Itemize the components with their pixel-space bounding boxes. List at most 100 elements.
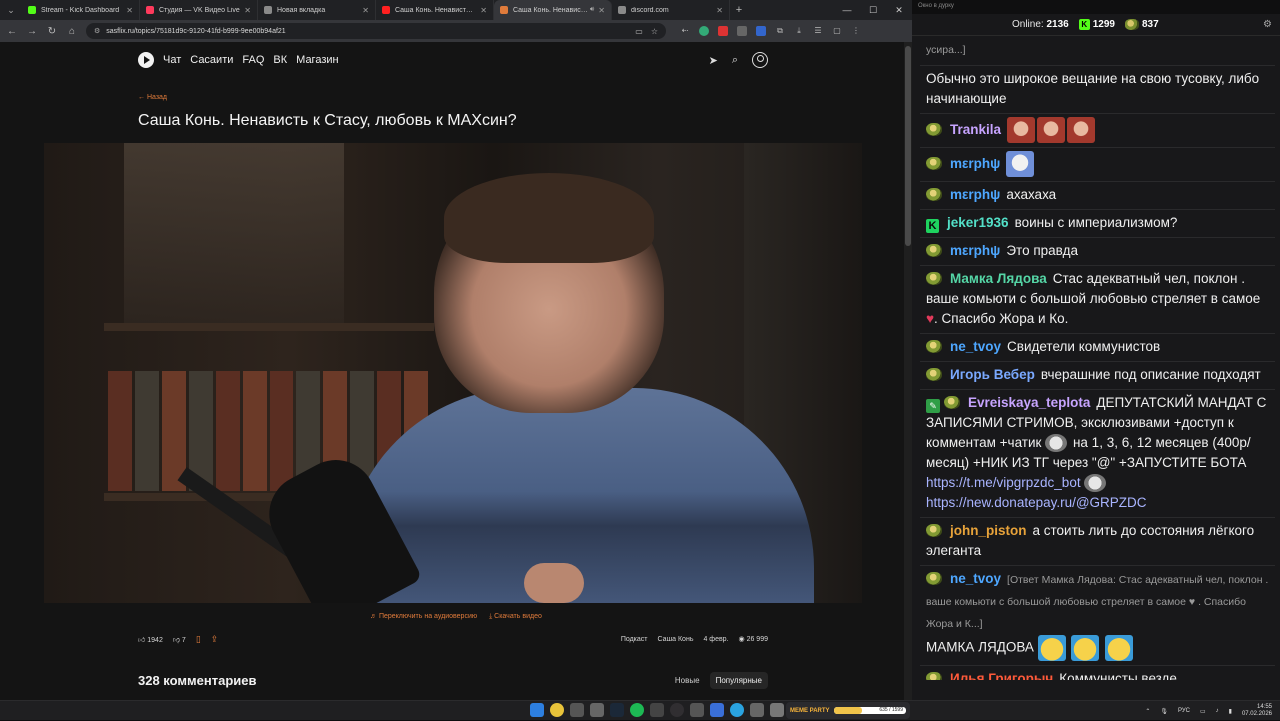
bookmark-star-icon[interactable]: ☆ xyxy=(651,27,658,36)
telegram-icon[interactable] xyxy=(730,703,744,717)
nav-item-shop[interactable]: Магазин xyxy=(296,54,338,66)
browser-tab[interactable]: Новая вкладка ✕ xyxy=(258,0,376,20)
obs-icon[interactable] xyxy=(670,703,684,717)
page-scrollbar[interactable] xyxy=(904,42,912,700)
audio-version-link[interactable]: ♬ Переключить на аудиоверсию xyxy=(370,613,477,621)
menu-kebab-icon[interactable]: ⋮ xyxy=(851,26,861,36)
site-info-icon[interactable]: ⚙ xyxy=(94,27,100,35)
chat-username[interactable]: Игорь Вебер xyxy=(950,367,1035,382)
sort-new-button[interactable]: Новые xyxy=(669,672,706,689)
tray-chevron-icon[interactable]: ⌃ xyxy=(1145,708,1150,715)
chat-link[interactable]: https://t.me/vipgrpzdc_bot xyxy=(926,475,1081,490)
app-icon[interactable] xyxy=(690,703,704,717)
home-icon[interactable]: ⌂ xyxy=(66,26,78,37)
telegram-icon[interactable]: ➤ xyxy=(709,54,718,67)
tab-close-icon[interactable]: ✕ xyxy=(716,6,723,15)
app-icon[interactable] xyxy=(650,703,664,717)
chat-link[interactable]: https://new.donatepay.ru/@GRPZDC xyxy=(926,495,1147,510)
chat-message: Trankila xyxy=(920,114,1275,148)
address-bar[interactable]: ⚙ sasflix.ru/topics/75181d9c-9120-41fd-b… xyxy=(86,23,666,39)
extension-icon[interactable] xyxy=(756,26,766,36)
tab-close-icon[interactable]: ✕ xyxy=(598,6,605,15)
chrome-icon[interactable] xyxy=(550,703,564,717)
start-icon[interactable] xyxy=(530,703,544,717)
nav-item-chat[interactable]: Чат xyxy=(163,54,181,66)
browser-tab[interactable]: Студия — VK Видео Live ✕ xyxy=(140,0,258,20)
network-icon[interactable]: ▭ xyxy=(1200,708,1206,715)
chat-username[interactable]: Trankila xyxy=(950,122,1001,137)
chat-username[interactable]: ne_tvoy xyxy=(950,339,1001,354)
close-window-icon[interactable]: ✕ xyxy=(886,0,912,20)
bookmark-icon[interactable]: ▯ xyxy=(196,634,201,645)
tab-search-icon[interactable]: ⌄ xyxy=(0,0,22,20)
chat-username[interactable]: mεrphψ xyxy=(950,187,1000,202)
nav-item-sasaiti[interactable]: Сасаити xyxy=(190,54,233,66)
chat-username[interactable]: Evreiskaya_teplota xyxy=(968,395,1090,410)
cast-icon[interactable]: ⇠ xyxy=(680,26,690,36)
nav-item-vk[interactable]: ВК xyxy=(273,54,287,66)
share-icon[interactable]: ⇪ xyxy=(211,634,219,645)
chat-username[interactable]: mεrphψ xyxy=(950,156,1000,171)
install-app-icon[interactable]: ▭ xyxy=(635,27,643,36)
download-icon[interactable]: ⤓ xyxy=(794,26,804,36)
download-video-link[interactable]: ⤓ Скачать видео xyxy=(489,613,542,621)
tab-sidebar-icon[interactable]: ☰ xyxy=(813,26,823,36)
chat-username[interactable]: Мамка Лядова xyxy=(950,271,1047,286)
forward-icon[interactable]: → xyxy=(26,26,38,37)
chat-username[interactable]: jeker1936 xyxy=(947,215,1009,230)
nav-item-faq[interactable]: FAQ xyxy=(242,54,264,66)
chat-message: john_piston а стоить лить до состояния лё… xyxy=(920,518,1275,566)
extension-icon[interactable] xyxy=(718,26,728,36)
maximize-icon[interactable]: ☐ xyxy=(860,0,886,20)
browser-tab[interactable]: Саша Конь. Ненависть к С🔊︎ ✕ xyxy=(494,0,612,20)
chat-username[interactable]: Илья Григорыч xyxy=(950,671,1053,680)
browser-tab[interactable]: Саша Конь. Ненависть к Стасу ✕ xyxy=(376,0,494,20)
clock[interactable]: 14:55 07.02.2026 xyxy=(1242,704,1272,718)
battery-icon[interactable]: ▮ xyxy=(1229,708,1232,715)
app-icon[interactable] xyxy=(570,703,584,717)
sort-popular-button[interactable]: Популярные xyxy=(709,672,768,689)
app-icon[interactable] xyxy=(750,703,764,717)
app-icon[interactable] xyxy=(710,703,724,717)
spotify-icon[interactable] xyxy=(630,703,644,717)
search-icon[interactable]: ⌕ xyxy=(732,54,738,67)
tab-title: Студия — VK Видео Live xyxy=(159,6,240,14)
profile-icon[interactable]: ▢ xyxy=(832,26,842,36)
app-icon[interactable] xyxy=(770,703,784,717)
settings-gear-icon[interactable]: ⚙ xyxy=(1263,19,1272,30)
reload-icon[interactable]: ↻ xyxy=(46,26,58,37)
extension-icon[interactable] xyxy=(737,26,747,36)
steam-icon[interactable] xyxy=(610,703,624,717)
back-link[interactable]: ← Назад xyxy=(138,94,167,101)
app-icon[interactable] xyxy=(590,703,604,717)
tab-title: Новая вкладка xyxy=(277,6,326,14)
volume-icon[interactable]: ♪ xyxy=(1216,708,1219,714)
new-tab-button[interactable]: + xyxy=(730,0,748,20)
like-button[interactable]: 👍︎ 1942 xyxy=(138,635,163,644)
video-player[interactable] xyxy=(44,143,862,603)
tab-close-icon[interactable]: ✕ xyxy=(126,6,133,15)
tab-audio-icon[interactable]: 🔊︎ xyxy=(590,6,594,14)
tab-close-icon[interactable]: ✕ xyxy=(244,6,251,15)
extensions-puzzle-icon[interactable]: ⧉ xyxy=(775,26,785,36)
chat-username[interactable]: ne_tvoy xyxy=(950,571,1001,586)
tab-close-icon[interactable]: ✕ xyxy=(480,6,487,15)
site-logo-icon[interactable] xyxy=(138,52,154,68)
tag-podcast[interactable]: Подкаст xyxy=(621,636,648,643)
chat-username[interactable]: john_piston xyxy=(950,523,1027,538)
minimize-icon[interactable]: — xyxy=(834,0,860,20)
dislike-button[interactable]: 👎︎ 7 xyxy=(173,635,186,644)
tab-title: Stream - Kick Dashboard xyxy=(41,6,120,14)
chat-message-list[interactable]: усира...] Обычно это широкое вещание на с… xyxy=(920,36,1275,680)
account-icon[interactable] xyxy=(752,52,768,68)
back-icon[interactable]: ← xyxy=(6,26,18,37)
tab-close-icon[interactable]: ✕ xyxy=(362,6,369,15)
language-indicator[interactable]: РУС xyxy=(1178,708,1190,714)
browser-tab[interactable]: Stream - Kick Dashboard ✕ xyxy=(22,0,140,20)
mic-icon[interactable]: 🎙︎ xyxy=(1160,708,1168,715)
tag-sasha-kon[interactable]: Саша Конь xyxy=(658,636,694,643)
browser-tab[interactable]: discord.com ✕ xyxy=(612,0,730,20)
chat-username[interactable]: mεrphψ xyxy=(950,243,1000,258)
meme-progress-bar: 635 / 1599 xyxy=(833,707,906,714)
extension-icon[interactable] xyxy=(699,26,709,36)
